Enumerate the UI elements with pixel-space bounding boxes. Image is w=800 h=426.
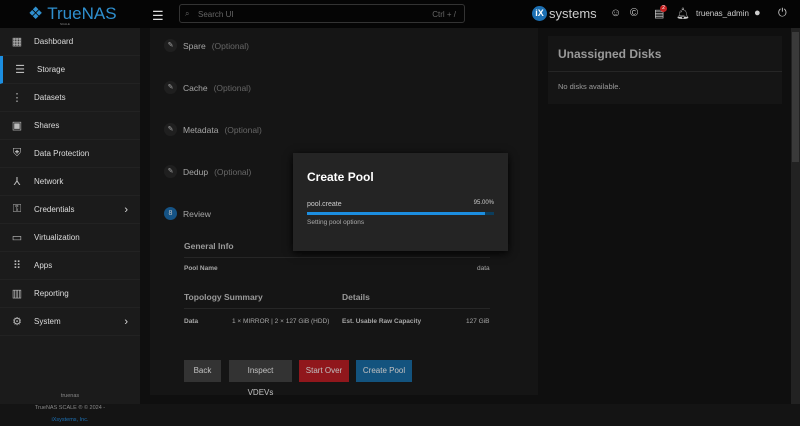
sidebar-item-network[interactable]: ⅄Network	[0, 168, 140, 196]
sidebar-item-label: Datasets	[34, 93, 66, 102]
sidebar-item-label: Shares	[34, 121, 59, 130]
company-link[interactable]: iXsystems, Inc.	[0, 414, 140, 426]
sidebar-item-label: Storage	[37, 65, 65, 74]
truenas-logo[interactable]: ❖TrueNASSCALE	[28, 4, 117, 24]
sidebar-item-label: Credentials	[34, 205, 74, 214]
credentials-icon: ⚿	[0, 203, 34, 216]
jobs-badge: 2	[660, 5, 667, 12]
username[interactable]: truenas_admin	[696, 9, 749, 18]
progress-bar	[307, 212, 494, 215]
data-protection-icon: ⛨	[0, 147, 34, 160]
chevron-right-icon: ›	[124, 204, 128, 216]
top-bar: ❖TrueNASSCALE ☰ ⌕Search UICtrl + / iXsys…	[0, 0, 800, 28]
shares-icon: ▣	[0, 119, 34, 132]
sidebar-footer: truenasTrueNAS SCALE ® © 2024 -iXsystems…	[0, 390, 140, 426]
sidebar-item-datasets[interactable]: ⋮Datasets	[0, 84, 140, 112]
reporting-icon: ▥	[0, 287, 34, 300]
sidebar: ▦Dashboard☰Storage⋮Datasets▣Shares⛨Data …	[0, 28, 140, 404]
create-pool-dialog: Create Pool pool.create 95.00% Setting p…	[293, 153, 508, 251]
sidebar-item-storage[interactable]: ☰Storage	[0, 56, 140, 84]
feedback-icon[interactable]: ☺	[610, 7, 621, 19]
sidebar-item-system[interactable]: ⚙System ›	[0, 308, 140, 336]
menu-toggle-icon[interactable]: ☰	[152, 8, 164, 24]
sidebar-item-label: Apps	[34, 261, 52, 270]
truecommand-icon[interactable]: ©	[630, 7, 638, 19]
dialog-title: Create Pool	[307, 170, 374, 184]
sidebar-item-label: Dashboard	[34, 37, 73, 46]
sidebar-item-reporting[interactable]: ▥Reporting	[0, 280, 140, 308]
sidebar-item-apps[interactable]: ⠿Apps	[0, 252, 140, 280]
logo-icon: ❖	[28, 4, 43, 24]
dashboard-icon: ▦	[0, 35, 34, 48]
job-name: pool.create	[307, 201, 342, 208]
system-icon: ⚙	[0, 315, 34, 328]
datasets-icon: ⋮	[0, 91, 34, 104]
sidebar-item-virtualization[interactable]: ▭Virtualization	[0, 224, 140, 252]
bell-icon[interactable]: 🔔︎	[676, 7, 690, 20]
sidebar-item-data-protection[interactable]: ⛨Data Protection	[0, 140, 140, 168]
sidebar-item-label: Network	[34, 177, 63, 186]
sidebar-item-credentials[interactable]: ⚿Credentials ›	[0, 196, 140, 224]
apps-icon: ⠿	[0, 259, 34, 272]
job-status: Setting pool options	[307, 219, 364, 226]
sidebar-item-shares[interactable]: ▣Shares	[0, 112, 140, 140]
sidebar-item-label: Data Protection	[34, 149, 89, 158]
ixsystems-logo[interactable]: iXsystems	[532, 6, 597, 21]
scrollbar[interactable]	[791, 28, 800, 404]
virtualization-icon: ▭	[0, 231, 34, 244]
search-icon: ⌕	[185, 9, 189, 19]
sidebar-item-label: System	[34, 317, 61, 326]
sidebar-item-label: Virtualization	[34, 233, 80, 242]
search-input[interactable]: ⌕Search UICtrl + /	[179, 4, 465, 23]
storage-icon: ☰	[3, 63, 37, 76]
progress-percent: 95.00%	[474, 200, 494, 206]
account-icon[interactable]: ●	[754, 7, 761, 19]
sidebar-item-dashboard[interactable]: ▦Dashboard	[0, 28, 140, 56]
power-icon[interactable]: ⏻	[778, 7, 787, 20]
network-icon: ⅄	[0, 175, 34, 188]
chevron-right-icon: ›	[124, 316, 128, 328]
hostname: truenas	[0, 390, 140, 402]
sidebar-item-label: Reporting	[34, 289, 69, 298]
